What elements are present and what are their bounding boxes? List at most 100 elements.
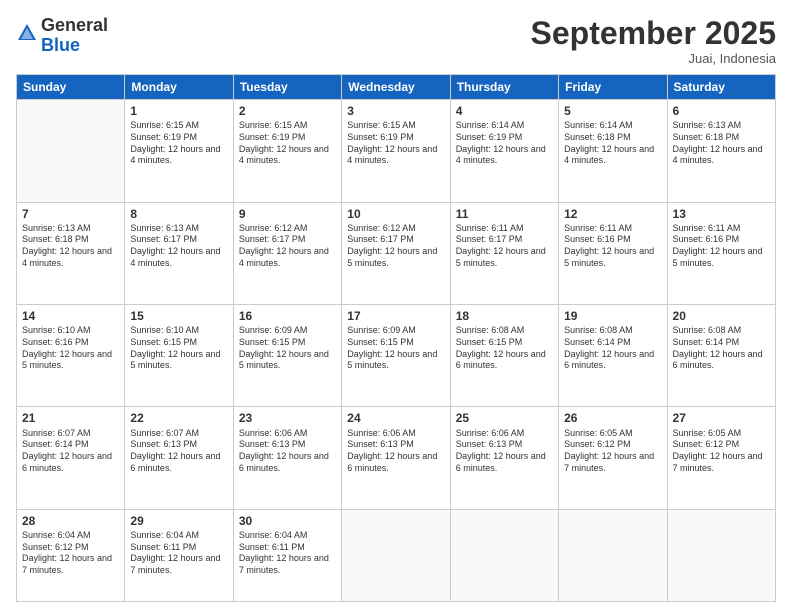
table-row: 14Sunrise: 6:10 AMSunset: 6:16 PMDayligh… [17, 305, 125, 407]
sunset-text: Sunset: 6:15 PM [456, 337, 553, 349]
table-row: 16Sunrise: 6:09 AMSunset: 6:15 PMDayligh… [233, 305, 341, 407]
day-number: 3 [347, 103, 444, 119]
table-row: 3Sunrise: 6:15 AMSunset: 6:19 PMDaylight… [342, 100, 450, 202]
title-section: September 2025 Juai, Indonesia [531, 16, 776, 66]
sunset-text: Sunset: 6:14 PM [673, 337, 770, 349]
sunset-text: Sunset: 6:12 PM [22, 542, 119, 554]
calendar-week-row: 14Sunrise: 6:10 AMSunset: 6:16 PMDayligh… [17, 305, 776, 407]
sunset-text: Sunset: 6:17 PM [347, 234, 444, 246]
cell-details: Sunrise: 6:06 AMSunset: 6:13 PMDaylight:… [456, 428, 553, 475]
day-number: 11 [456, 206, 553, 222]
sunrise-text: Sunrise: 6:10 AM [130, 325, 227, 337]
day-number: 19 [564, 308, 661, 324]
table-row: 11Sunrise: 6:11 AMSunset: 6:17 PMDayligh… [450, 202, 558, 304]
cell-details: Sunrise: 6:12 AMSunset: 6:17 PMDaylight:… [347, 223, 444, 270]
table-row [559, 509, 667, 601]
table-row: 18Sunrise: 6:08 AMSunset: 6:15 PMDayligh… [450, 305, 558, 407]
day-number: 18 [456, 308, 553, 324]
daylight-text: Daylight: 12 hours and 5 minutes. [239, 349, 336, 372]
cell-details: Sunrise: 6:14 AMSunset: 6:19 PMDaylight:… [456, 120, 553, 167]
col-thursday: Thursday [450, 75, 558, 100]
daylight-text: Daylight: 12 hours and 6 minutes. [673, 349, 770, 372]
cell-details: Sunrise: 6:15 AMSunset: 6:19 PMDaylight:… [239, 120, 336, 167]
sunrise-text: Sunrise: 6:09 AM [239, 325, 336, 337]
day-number: 16 [239, 308, 336, 324]
calendar-header-row: Sunday Monday Tuesday Wednesday Thursday… [17, 75, 776, 100]
day-number: 24 [347, 410, 444, 426]
cell-details: Sunrise: 6:07 AMSunset: 6:13 PMDaylight:… [130, 428, 227, 475]
col-wednesday: Wednesday [342, 75, 450, 100]
cell-details: Sunrise: 6:09 AMSunset: 6:15 PMDaylight:… [239, 325, 336, 372]
cell-details: Sunrise: 6:13 AMSunset: 6:18 PMDaylight:… [22, 223, 119, 270]
sunset-text: Sunset: 6:16 PM [22, 337, 119, 349]
cell-details: Sunrise: 6:10 AMSunset: 6:16 PMDaylight:… [22, 325, 119, 372]
sunset-text: Sunset: 6:17 PM [456, 234, 553, 246]
sunrise-text: Sunrise: 6:11 AM [456, 223, 553, 235]
cell-details: Sunrise: 6:06 AMSunset: 6:13 PMDaylight:… [239, 428, 336, 475]
sunset-text: Sunset: 6:18 PM [564, 132, 661, 144]
daylight-text: Daylight: 12 hours and 5 minutes. [22, 349, 119, 372]
sunset-text: Sunset: 6:14 PM [564, 337, 661, 349]
sunrise-text: Sunrise: 6:08 AM [456, 325, 553, 337]
sunset-text: Sunset: 6:16 PM [564, 234, 661, 246]
day-number: 20 [673, 308, 770, 324]
sunrise-text: Sunrise: 6:05 AM [564, 428, 661, 440]
daylight-text: Daylight: 12 hours and 6 minutes. [22, 451, 119, 474]
logo-icon [16, 22, 38, 44]
daylight-text: Daylight: 12 hours and 4 minutes. [564, 144, 661, 167]
cell-details: Sunrise: 6:04 AMSunset: 6:11 PMDaylight:… [130, 530, 227, 577]
cell-details: Sunrise: 6:09 AMSunset: 6:15 PMDaylight:… [347, 325, 444, 372]
day-number: 17 [347, 308, 444, 324]
page-header: General Blue September 2025 Juai, Indone… [16, 16, 776, 66]
cell-details: Sunrise: 6:05 AMSunset: 6:12 PMDaylight:… [673, 428, 770, 475]
cell-details: Sunrise: 6:14 AMSunset: 6:18 PMDaylight:… [564, 120, 661, 167]
table-row: 21Sunrise: 6:07 AMSunset: 6:14 PMDayligh… [17, 407, 125, 509]
table-row: 7Sunrise: 6:13 AMSunset: 6:18 PMDaylight… [17, 202, 125, 304]
sunset-text: Sunset: 6:13 PM [130, 439, 227, 451]
day-number: 14 [22, 308, 119, 324]
table-row: 29Sunrise: 6:04 AMSunset: 6:11 PMDayligh… [125, 509, 233, 601]
table-row: 1Sunrise: 6:15 AMSunset: 6:19 PMDaylight… [125, 100, 233, 202]
daylight-text: Daylight: 12 hours and 5 minutes. [130, 349, 227, 372]
sunset-text: Sunset: 6:19 PM [239, 132, 336, 144]
sunset-text: Sunset: 6:15 PM [130, 337, 227, 349]
sunrise-text: Sunrise: 6:11 AM [564, 223, 661, 235]
daylight-text: Daylight: 12 hours and 4 minutes. [347, 144, 444, 167]
sunrise-text: Sunrise: 6:15 AM [130, 120, 227, 132]
table-row: 13Sunrise: 6:11 AMSunset: 6:16 PMDayligh… [667, 202, 775, 304]
table-row: 6Sunrise: 6:13 AMSunset: 6:18 PMDaylight… [667, 100, 775, 202]
sunset-text: Sunset: 6:11 PM [239, 542, 336, 554]
sunrise-text: Sunrise: 6:06 AM [347, 428, 444, 440]
cell-details: Sunrise: 6:04 AMSunset: 6:11 PMDaylight:… [239, 530, 336, 577]
cell-details: Sunrise: 6:08 AMSunset: 6:15 PMDaylight:… [456, 325, 553, 372]
day-number: 25 [456, 410, 553, 426]
cell-details: Sunrise: 6:13 AMSunset: 6:17 PMDaylight:… [130, 223, 227, 270]
col-saturday: Saturday [667, 75, 775, 100]
table-row: 12Sunrise: 6:11 AMSunset: 6:16 PMDayligh… [559, 202, 667, 304]
sunset-text: Sunset: 6:17 PM [239, 234, 336, 246]
daylight-text: Daylight: 12 hours and 4 minutes. [130, 246, 227, 269]
sunset-text: Sunset: 6:17 PM [130, 234, 227, 246]
table-row: 28Sunrise: 6:04 AMSunset: 6:12 PMDayligh… [17, 509, 125, 601]
daylight-text: Daylight: 12 hours and 4 minutes. [239, 144, 336, 167]
cell-details: Sunrise: 6:15 AMSunset: 6:19 PMDaylight:… [130, 120, 227, 167]
table-row [342, 509, 450, 601]
cell-details: Sunrise: 6:12 AMSunset: 6:17 PMDaylight:… [239, 223, 336, 270]
sunset-text: Sunset: 6:18 PM [22, 234, 119, 246]
cell-details: Sunrise: 6:04 AMSunset: 6:12 PMDaylight:… [22, 530, 119, 577]
day-number: 5 [564, 103, 661, 119]
sunrise-text: Sunrise: 6:04 AM [130, 530, 227, 542]
cell-details: Sunrise: 6:13 AMSunset: 6:18 PMDaylight:… [673, 120, 770, 167]
daylight-text: Daylight: 12 hours and 6 minutes. [130, 451, 227, 474]
sunrise-text: Sunrise: 6:14 AM [564, 120, 661, 132]
day-number: 9 [239, 206, 336, 222]
cell-details: Sunrise: 6:15 AMSunset: 6:19 PMDaylight:… [347, 120, 444, 167]
cell-details: Sunrise: 6:05 AMSunset: 6:12 PMDaylight:… [564, 428, 661, 475]
daylight-text: Daylight: 12 hours and 4 minutes. [456, 144, 553, 167]
table-row: 5Sunrise: 6:14 AMSunset: 6:18 PMDaylight… [559, 100, 667, 202]
sunset-text: Sunset: 6:19 PM [130, 132, 227, 144]
cell-details: Sunrise: 6:11 AMSunset: 6:16 PMDaylight:… [673, 223, 770, 270]
sunset-text: Sunset: 6:19 PM [456, 132, 553, 144]
day-number: 7 [22, 206, 119, 222]
daylight-text: Daylight: 12 hours and 5 minutes. [673, 246, 770, 269]
